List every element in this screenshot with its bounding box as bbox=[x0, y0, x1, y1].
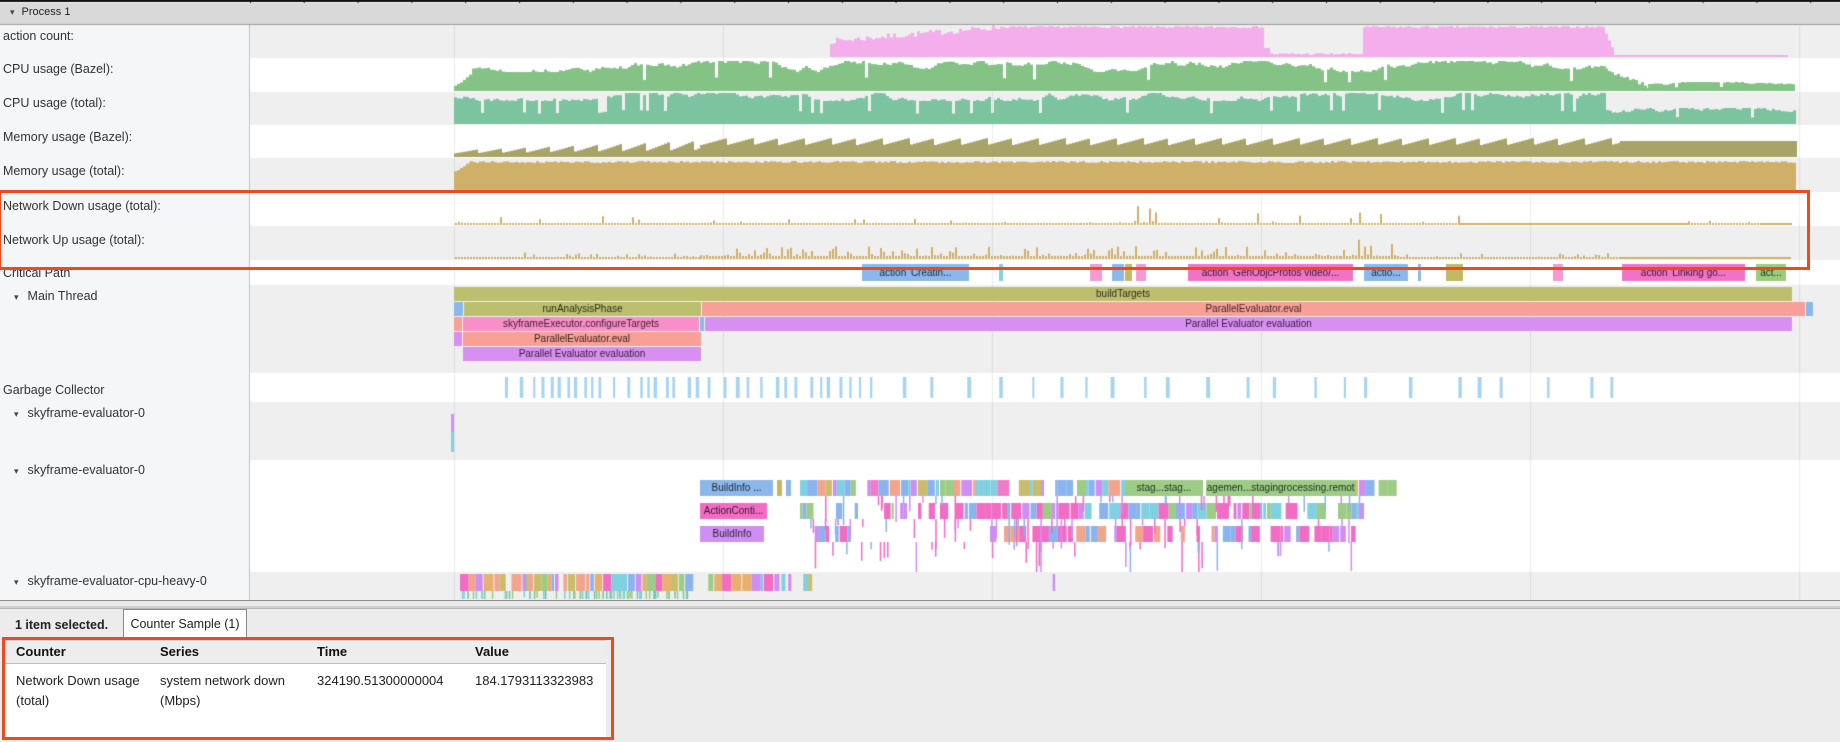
track-label-10[interactable]: ▾skyframe-evaluator-0 bbox=[14, 406, 145, 420]
track-label-7[interactable]: Critical Path bbox=[3, 266, 70, 280]
track-label-9[interactable]: Garbage Collector bbox=[3, 383, 104, 397]
track-label-6[interactable]: Network Up usage (total): bbox=[3, 233, 145, 247]
track-label-0[interactable]: action count: bbox=[3, 29, 74, 43]
tab-counter-sample[interactable]: Counter Sample (1) bbox=[123, 609, 247, 637]
collapse-arrow-icon: ▾ bbox=[14, 409, 19, 419]
details-panel: 1 item selected. Counter Sample (1) Coun… bbox=[0, 607, 1840, 742]
track-label-11[interactable]: ▾skyframe-evaluator-0 bbox=[14, 463, 145, 477]
col-header-value: Value bbox=[475, 644, 600, 659]
cell-counter: Network Down usage (total) bbox=[16, 671, 156, 711]
collapse-arrow-icon: ▾ bbox=[10, 7, 15, 17]
trace-viewer-window: ▾ Process 1 action count: CPU usage (Bazel… bbox=[0, 0, 1840, 742]
cell-value: 184.1793113323983 bbox=[475, 671, 600, 691]
timeline-canvas[interactable] bbox=[0, 0, 1840, 600]
track-label-1[interactable]: CPU usage (Bazel): bbox=[3, 62, 113, 76]
counter-sample-table: Counter Series Time Value Network Down u… bbox=[3, 640, 606, 737]
process-group-label: Process 1 bbox=[22, 6, 71, 18]
panel-splitter[interactable] bbox=[0, 600, 1840, 609]
track-label-8[interactable]: ▾Main Thread bbox=[14, 289, 97, 303]
track-label-4[interactable]: Memory usage (total): bbox=[3, 164, 125, 178]
col-header-series: Series bbox=[160, 644, 310, 659]
collapse-arrow-icon: ▾ bbox=[14, 577, 19, 587]
table-row[interactable]: Network Down usage (total) system networ… bbox=[3, 664, 606, 737]
track-label-5[interactable]: Network Down usage (total): bbox=[3, 199, 161, 213]
track-label-12[interactable]: ▾skyframe-evaluator-cpu-heavy-0 bbox=[14, 574, 207, 588]
track-label-3[interactable]: Memory usage (Bazel): bbox=[3, 130, 132, 144]
table-header-row: Counter Series Time Value bbox=[3, 640, 606, 664]
track-label-2[interactable]: CPU usage (total): bbox=[3, 96, 106, 110]
cell-time: 324190.51300000004 bbox=[317, 671, 467, 691]
collapse-arrow-icon: ▾ bbox=[14, 292, 19, 302]
col-header-counter: Counter bbox=[16, 644, 156, 659]
col-header-time: Time bbox=[317, 644, 467, 659]
cell-series: system network down (Mbps) bbox=[160, 671, 310, 711]
selection-status: 1 item selected. bbox=[15, 618, 108, 632]
process-group-header[interactable]: ▾ Process 1 bbox=[10, 6, 70, 18]
collapse-arrow-icon: ▾ bbox=[14, 466, 19, 476]
